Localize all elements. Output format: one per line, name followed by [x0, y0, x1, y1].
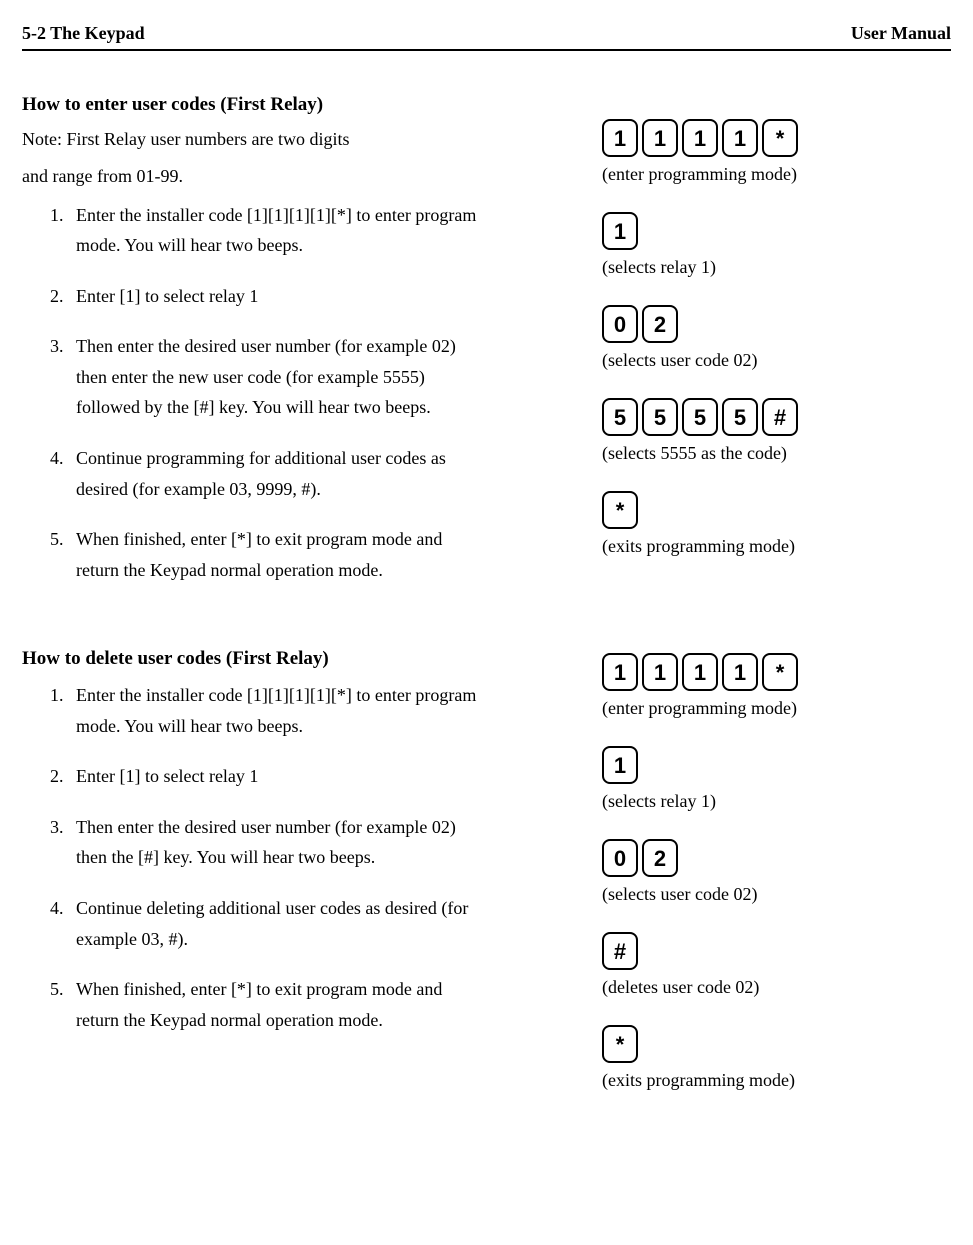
section-title: How to delete user codes (First Relay): [22, 645, 582, 674]
key-1-icon: 1: [722, 119, 758, 157]
key-row: 0 2: [602, 839, 951, 877]
step-item: Enter [1] to select relay 1: [68, 761, 582, 792]
key-1-icon: 1: [642, 119, 678, 157]
key-0-icon: 0: [602, 839, 638, 877]
key-star-icon: *: [762, 119, 798, 157]
key-caption: (selects relay 1): [602, 254, 951, 281]
key-0-icon: 0: [602, 305, 638, 343]
key-1-icon: 1: [682, 653, 718, 691]
key-2-icon: 2: [642, 839, 678, 877]
left-column: How to enter user codes (First Relay) No…: [22, 91, 582, 605]
key-star-icon: *: [602, 1025, 638, 1063]
header-right: User Manual: [851, 20, 951, 47]
key-row: 1: [602, 212, 951, 250]
steps-list: Enter the installer code [1][1][1][1][*]…: [50, 200, 582, 586]
key-caption: (enter programming mode): [602, 695, 951, 722]
key-row: 5 5 5 5 #: [602, 398, 951, 436]
step-item: Continue deleting additional user codes …: [68, 893, 582, 954]
key-1-icon: 1: [722, 653, 758, 691]
key-1-icon: 1: [602, 212, 638, 250]
key-hash-icon: #: [602, 932, 638, 970]
key-row: 1 1 1 1 *: [602, 119, 951, 157]
key-row: *: [602, 1025, 951, 1063]
key-caption: (enter programming mode): [602, 161, 951, 188]
key-1-icon: 1: [602, 119, 638, 157]
key-1-icon: 1: [602, 746, 638, 784]
key-1-icon: 1: [602, 653, 638, 691]
section-title: How to enter user codes (First Relay): [22, 91, 582, 120]
key-caption: (exits programming mode): [602, 1067, 951, 1094]
key-caption: (selects user code 02): [602, 881, 951, 908]
key-caption: (selects relay 1): [602, 788, 951, 815]
key-5-icon: 5: [602, 398, 638, 436]
note-line-1: Note: First Relay user numbers are two d…: [22, 126, 582, 153]
left-column: How to delete user codes (First Relay) E…: [22, 645, 582, 1118]
key-hash-icon: #: [762, 398, 798, 436]
key-1-icon: 1: [682, 119, 718, 157]
section-delete-user-codes: How to delete user codes (First Relay) E…: [22, 645, 951, 1118]
key-star-icon: *: [762, 653, 798, 691]
key-5-icon: 5: [642, 398, 678, 436]
key-star-icon: *: [602, 491, 638, 529]
step-item: Then enter the desired user number (for …: [68, 812, 582, 873]
step-item: Enter the installer code [1][1][1][1][*]…: [68, 200, 582, 261]
key-row: 1: [602, 746, 951, 784]
key-5-icon: 5: [722, 398, 758, 436]
key-5-icon: 5: [682, 398, 718, 436]
key-2-icon: 2: [642, 305, 678, 343]
key-caption: (selects 5555 as the code): [602, 440, 951, 467]
step-item: Enter [1] to select relay 1: [68, 281, 582, 312]
step-item: Continue programming for additional user…: [68, 443, 582, 504]
key-caption: (deletes user code 02): [602, 974, 951, 1001]
key-caption: (selects user code 02): [602, 347, 951, 374]
key-row: #: [602, 932, 951, 970]
step-item: When finished, enter [*] to exit program…: [68, 974, 582, 1035]
key-row: *: [602, 491, 951, 529]
header-left: 5-2 The Keypad: [22, 20, 145, 47]
key-row: 0 2: [602, 305, 951, 343]
key-1-icon: 1: [642, 653, 678, 691]
section-enter-user-codes: How to enter user codes (First Relay) No…: [22, 91, 951, 605]
key-row: 1 1 1 1 *: [602, 653, 951, 691]
step-item: When finished, enter [*] to exit program…: [68, 524, 582, 585]
right-column: 1 1 1 1 * (enter programming mode) 1 (se…: [602, 91, 951, 605]
step-item: Then enter the desired user number (for …: [68, 331, 582, 423]
right-column: 1 1 1 1 * (enter programming mode) 1 (se…: [602, 645, 951, 1118]
step-item: Enter the installer code [1][1][1][1][*]…: [68, 680, 582, 741]
steps-list: Enter the installer code [1][1][1][1][*]…: [50, 680, 582, 1035]
key-caption: (exits programming mode): [602, 533, 951, 560]
page-header: 5-2 The Keypad User Manual: [22, 20, 951, 51]
note-line-2: and range from 01-99.: [22, 163, 582, 190]
